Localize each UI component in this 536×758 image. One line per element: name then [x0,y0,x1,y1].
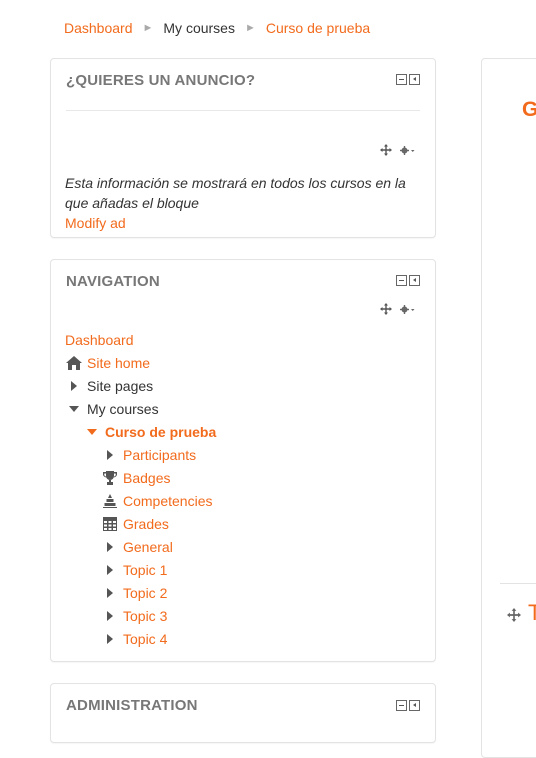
navigation-block-edit-controls [380,303,415,315]
nav-item-label[interactable]: Badges [123,470,170,486]
section-divider [500,583,536,584]
block-divider [66,110,420,111]
move-icon[interactable] [507,608,521,622]
nav-item-label[interactable]: Dashboard [65,332,134,348]
nav-item-site-home[interactable]: Site home [65,351,216,374]
competencies-icon [101,493,119,509]
breadcrumb-separator: ► [142,22,154,34]
nav-item-topic-2[interactable]: Topic 2 [65,581,216,604]
navigation-block: NAVIGATION Dashboard Site home Site page… [50,259,436,662]
expand-right-icon[interactable] [101,447,119,463]
nav-item-topic-4[interactable]: Topic 4 [65,627,216,650]
administration-block-title: ADMINISTRATION [66,697,198,714]
nav-item-label[interactable]: Topic 4 [123,631,167,647]
expand-right-icon[interactable] [101,608,119,624]
navigation-tree: Dashboard Site home Site pages My course… [65,328,216,650]
nav-item-label[interactable]: Grades [123,516,169,532]
expand-right-icon[interactable] [101,562,119,578]
breadcrumb-separator: ► [244,22,256,34]
administration-block: ADMINISTRATION [50,683,436,743]
collapse-down-icon[interactable] [83,424,101,440]
nav-item-dashboard[interactable]: Dashboard [65,328,216,351]
nav-item-competencies[interactable]: Competencies [65,489,216,512]
minimize-block-icon[interactable] [396,275,407,286]
ad-block-controls [396,74,420,85]
expand-right-icon[interactable] [101,539,119,555]
navigation-block-title: NAVIGATION [66,273,160,290]
breadcrumb-course[interactable]: Curso de prueba [266,20,370,36]
nav-item-label[interactable]: Topic 1 [123,562,167,578]
breadcrumb-my-courses: My courses [163,20,235,36]
nav-item-label[interactable]: Participants [123,447,196,463]
nav-item-topic-3[interactable]: Topic 3 [65,604,216,627]
main-heading-fragment: G [522,98,536,121]
nav-item-label[interactable]: Site pages [87,378,153,394]
nav-item-label[interactable]: Site home [87,355,150,371]
nav-item-site-pages[interactable]: Site pages [65,374,216,397]
nav-item-course[interactable]: Curso de prueba [65,420,216,443]
ad-block-edit-controls [380,144,415,156]
nav-item-participants[interactable]: Participants [65,443,216,466]
main-content-panel: G T [481,58,536,758]
move-icon[interactable] [380,303,392,315]
grades-table-icon [101,516,119,532]
ad-block: ¿QUIERES UN ANUNCIO? Esta información se… [50,58,436,238]
breadcrumb: Dashboard ► My courses ► Curso de prueba [64,18,370,38]
nav-item-grades[interactable]: Grades [65,512,216,535]
nav-item-label[interactable]: Topic 2 [123,585,167,601]
dock-block-icon[interactable] [409,275,420,286]
ad-block-title: ¿QUIERES UN ANUNCIO? [66,72,256,89]
nav-item-label[interactable]: My courses [87,401,159,417]
nav-item-label[interactable]: Competencies [123,493,213,509]
nav-item-label[interactable]: Topic 3 [123,608,167,624]
minimize-block-icon[interactable] [396,700,407,711]
expand-right-icon[interactable] [101,585,119,601]
breadcrumb-dashboard[interactable]: Dashboard [64,20,133,36]
ad-description: Esta información se mostrará en todos lo… [65,175,406,211]
nav-item-general[interactable]: General [65,535,216,558]
dock-block-icon[interactable] [409,700,420,711]
expand-right-icon[interactable] [101,631,119,647]
trophy-icon [101,470,119,486]
nav-item-my-courses[interactable]: My courses [65,397,216,420]
move-icon[interactable] [380,144,392,156]
gear-menu-icon[interactable] [400,304,415,314]
nav-item-label[interactable]: Curso de prueba [105,424,216,440]
nav-item-label[interactable]: General [123,539,173,555]
nav-item-badges[interactable]: Badges [65,466,216,489]
gear-menu-icon[interactable] [400,145,415,155]
nav-item-topic-1[interactable]: Topic 1 [65,558,216,581]
navigation-block-controls [396,275,420,286]
minimize-block-icon[interactable] [396,74,407,85]
collapse-down-icon[interactable] [65,401,83,417]
home-icon [65,355,83,371]
administration-block-controls [396,700,420,711]
modify-ad-link[interactable]: Modify ad [65,215,126,231]
topic-heading-fragment[interactable]: T [528,600,536,626]
expand-right-icon[interactable] [65,378,83,394]
dock-block-icon[interactable] [409,74,420,85]
